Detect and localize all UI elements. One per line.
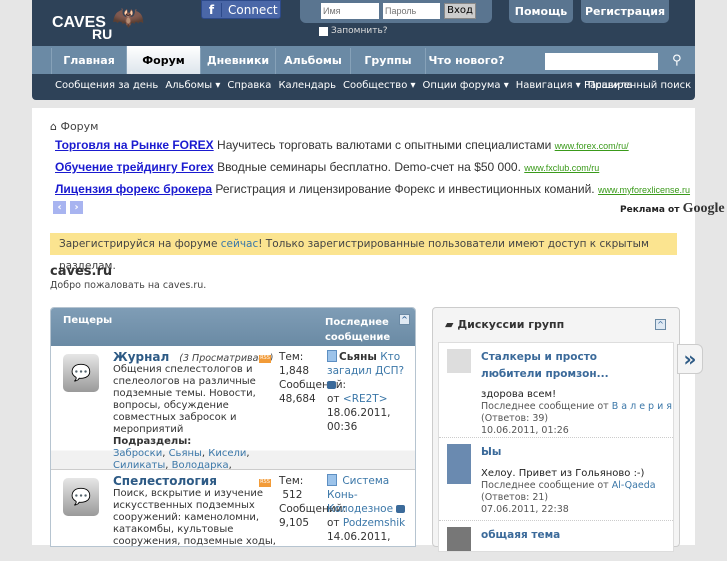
forum-status-icon: 💬 [63, 478, 99, 516]
next-arrow-button[interactable]: » [677, 344, 703, 374]
facebook-connect-button[interactable]: f Connect [201, 0, 281, 19]
subnav-navigation[interactable]: Навигация ▾ [516, 80, 581, 91]
ad-item: Лицензия форекс брокера Регистрация и ли… [55, 182, 691, 196]
subnav-help[interactable]: Справка [227, 80, 271, 91]
ad-item: Торговля на Рынке FOREX Научитесь торгов… [55, 138, 629, 152]
remember-checkbox[interactable] [319, 26, 328, 36]
rss-icon[interactable]: RSS [259, 355, 271, 363]
tab-albums[interactable]: Альбомы [275, 48, 350, 74]
forum-status-icon: 💬 [63, 354, 99, 392]
widget-title: ▰ Дискуссии групп [445, 318, 565, 331]
site-logo[interactable]: CAVES RU 🦇 [52, 2, 145, 44]
list-item: Сталкеры и просто любители промзон... зд… [439, 343, 673, 438]
sub-navigation: Сообщения за день Альбомы ▾ Справка Календа… [55, 80, 640, 91]
subnav-forum-options[interactable]: Опции форума ▾ [423, 80, 509, 91]
search-input[interactable] [545, 53, 658, 70]
ad-prev-button[interactable]: ‹ [53, 201, 66, 214]
avatar[interactable] [447, 349, 471, 373]
advanced-search-link[interactable]: Расширенный поиск [584, 80, 691, 91]
login-form: Вход [300, 0, 492, 23]
register-now-link[interactable]: сейчас [221, 238, 258, 250]
tab-forum[interactable]: Форум [126, 46, 200, 74]
help-button[interactable]: Помощь [509, 0, 573, 23]
tab-blogs[interactable]: Дневники [200, 48, 275, 74]
ad-item: Обучение трейдингу Forex Вводные семинар… [55, 160, 600, 174]
register-button[interactable]: Регистрация [581, 0, 669, 23]
tab-groups[interactable]: Группы [350, 48, 425, 74]
subnav-todays-posts[interactable]: Сообщения за день [55, 80, 158, 91]
subnav-community[interactable]: Сообщество ▾ [343, 80, 416, 91]
tab-whats-new[interactable]: Что нового? [425, 48, 507, 74]
avatar[interactable] [447, 444, 471, 484]
avatar[interactable] [447, 527, 471, 551]
collapse-icon[interactable]: ^ [655, 319, 666, 330]
login-button[interactable]: Вход [444, 3, 476, 19]
rss-icon[interactable]: RSS [259, 479, 271, 487]
remember-me[interactable]: Запомнить? [319, 26, 388, 36]
forum-row: 💬 Спелестология RSS Поиск, вскрытие и из… [51, 470, 415, 546]
password-input[interactable] [383, 3, 440, 19]
document-icon [327, 474, 337, 486]
register-notice: Зарегистрируйся на форуме сейчас! Только… [50, 233, 677, 272]
chat-icon: ▰ [445, 318, 454, 331]
welcome-text: Добро пожаловать на caves.ru. [50, 280, 207, 291]
go-to-post-icon[interactable] [396, 505, 406, 513]
group-discussions-widget: ▰ Дискуссии групп ^ Сталкеры и просто лю… [432, 307, 680, 552]
subnav-albums[interactable]: Альбомы ▾ [165, 80, 220, 91]
ads-by-google[interactable]: Реклама от Google [620, 201, 725, 217]
group-list: Сталкеры и просто любители промзон... зд… [438, 342, 674, 552]
breadcrumb: ⌂ Форум [50, 120, 99, 133]
last-post: Сьяны Кто загадил ДСП? от <RE2T> 18.06.20… [327, 350, 405, 433]
search-icon[interactable]: ⚲ [672, 53, 682, 68]
list-item: общаяя тема [439, 521, 673, 561]
document-icon [327, 350, 337, 362]
collapse-icon[interactable]: ^ [399, 314, 410, 325]
forum-row: 💬 Журнал (3 Просматривает) RSS Общения сп… [51, 346, 415, 471]
subnav-calendar[interactable]: Календарь [278, 80, 336, 91]
tab-home[interactable]: Главная [51, 48, 126, 74]
go-to-post-icon[interactable] [327, 381, 336, 389]
home-icon[interactable]: ⌂ [50, 120, 57, 133]
username-input[interactable] [321, 3, 379, 19]
forum-category-table: Пещеры Последнее сообщение ^ 💬 Журнал (3 … [50, 307, 416, 547]
forum-category-header: Пещеры Последнее сообщение ^ [51, 308, 415, 346]
facebook-icon: f [202, 2, 222, 17]
ad-next-button[interactable]: › [70, 201, 83, 214]
bat-icon: 🦇 [112, 2, 145, 32]
list-item: Ыы Хелоу. Привет из Гольяново :-) Последн… [439, 438, 673, 521]
site-title: caves.ru [50, 264, 113, 279]
subforums: Заброски, Сьяны, Кисели, Силикаты, Волод… [113, 448, 250, 471]
last-post: Система Конь-Колодезное от Podzemshik 14.… [327, 474, 406, 546]
